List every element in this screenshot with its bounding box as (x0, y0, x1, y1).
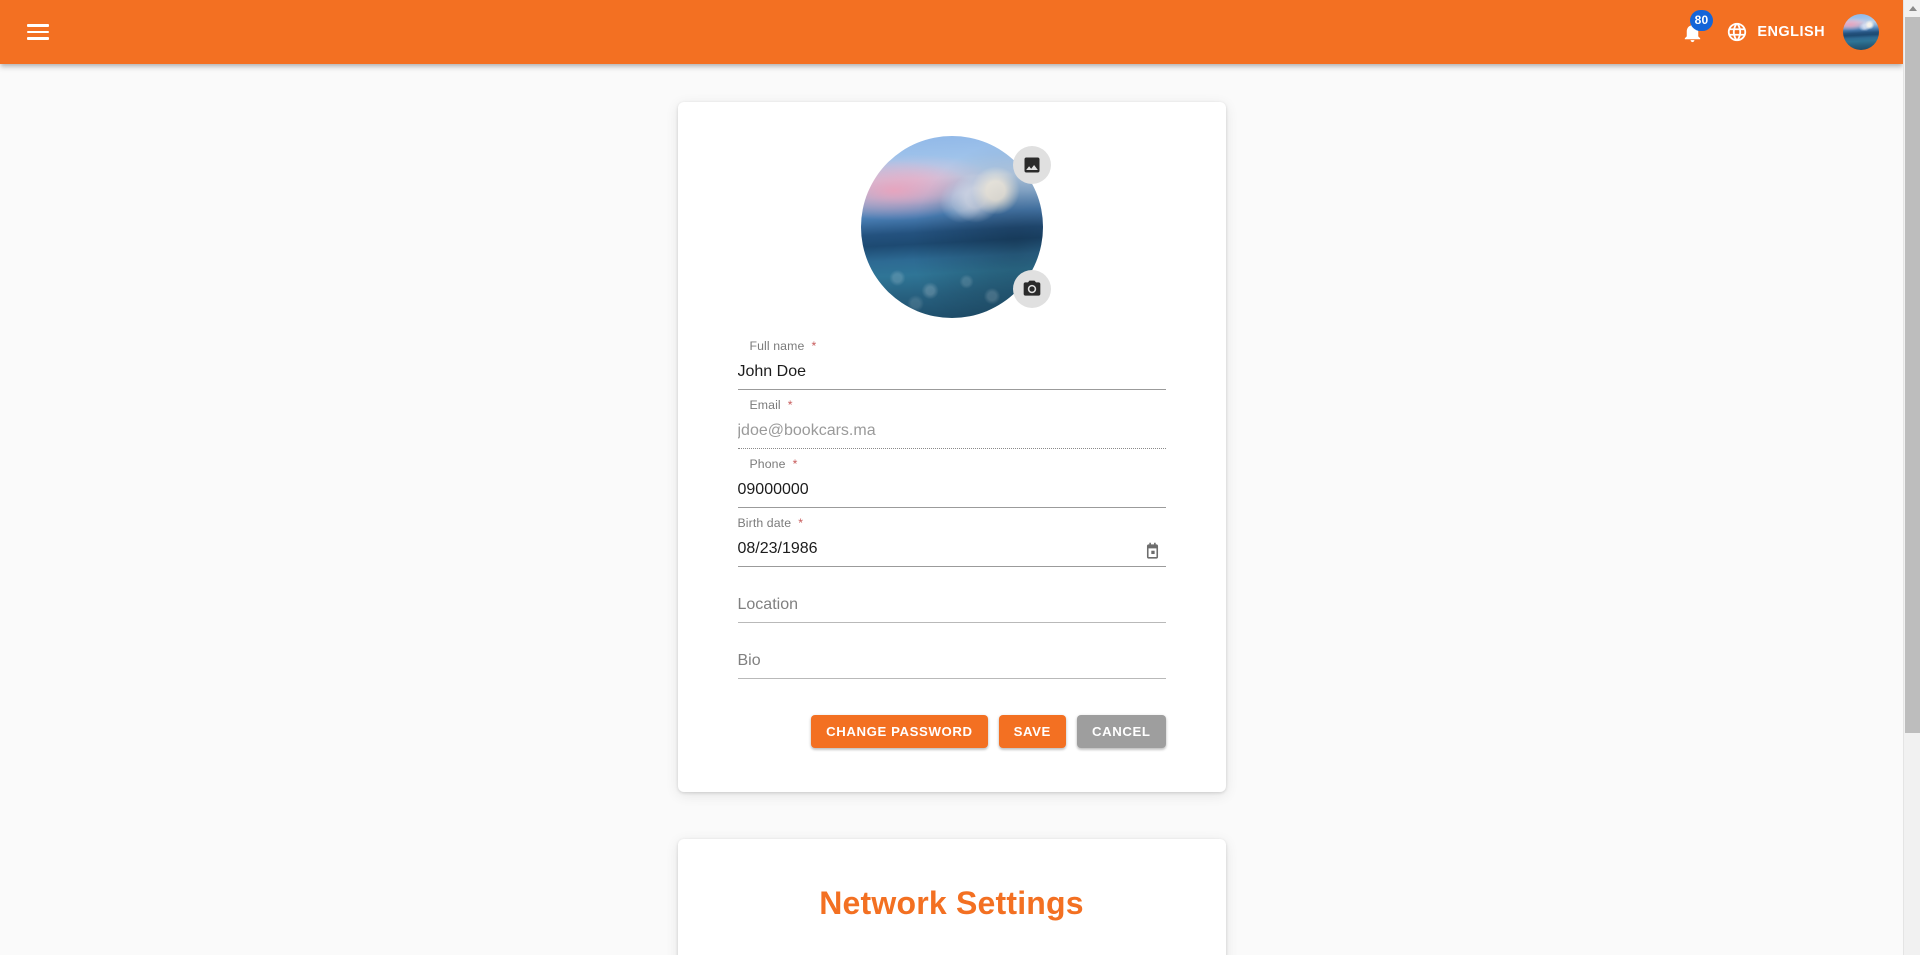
full-name-input-line (737, 359, 1166, 390)
field-full-name: Full name * (737, 338, 1166, 390)
location-input-line (737, 592, 1166, 623)
notifications-button[interactable]: 80 (1670, 10, 1714, 54)
profile-form: Full name * Email * (737, 338, 1166, 748)
avatar-section (738, 136, 1166, 318)
scrollbar-thumb[interactable] (1905, 17, 1920, 733)
field-phone: Phone * (737, 456, 1166, 508)
notification-badge: 80 (1689, 10, 1714, 31)
calendar-icon (1146, 542, 1159, 559)
full-name-label: Full name * (738, 338, 1166, 354)
field-location (737, 574, 1166, 623)
birth-date-input[interactable] (737, 537, 1166, 566)
chevron-up-icon (1908, 6, 1917, 11)
page-scrollbar[interactable] (1903, 0, 1920, 955)
upload-image-button[interactable] (1012, 146, 1051, 184)
network-settings-title: Network Settings (819, 885, 1084, 921)
scroll-up-button[interactable] (1904, 0, 1920, 17)
field-email: Email * (737, 397, 1166, 449)
email-input (737, 419, 1166, 448)
user-avatar-button[interactable] (1839, 10, 1883, 54)
field-birth-date: Birth date * (737, 515, 1166, 567)
phone-input-line (737, 477, 1166, 508)
take-photo-button[interactable] (1012, 270, 1051, 308)
full-name-label-text: Full name (749, 339, 805, 353)
email-label-text: Email (749, 398, 781, 412)
birth-date-input-line (737, 536, 1166, 567)
header-actions: 80 ENGLISH (1670, 10, 1903, 54)
app-viewport: 80 ENGLISH Full name * John Doe Email * … (0, 0, 1920, 955)
open-date-picker-button[interactable] (1140, 538, 1166, 564)
hamburger-menu-button[interactable] (14, 8, 62, 56)
change-password-button[interactable]: CHANGE PASSWORD (811, 715, 988, 748)
save-button[interactable]: SAVE (998, 715, 1066, 748)
avatar-stack (860, 136, 1051, 318)
cancel-button[interactable]: CANCEL (1076, 715, 1166, 748)
field-bio (737, 630, 1166, 679)
required-asterisk: * (807, 339, 817, 353)
bio-input[interactable] (737, 649, 1166, 678)
required-asterisk: * (794, 516, 804, 530)
language-selector-button[interactable]: ENGLISH (1718, 10, 1835, 54)
page-scroll-region: 80 ENGLISH Full name * John Doe Email * … (0, 0, 1903, 955)
email-input-line (737, 418, 1166, 449)
network-settings-card: Network Settings (677, 839, 1226, 955)
phone-label-text: Phone (749, 457, 786, 471)
language-label: ENGLISH (1757, 24, 1825, 40)
phone-input[interactable] (737, 478, 1166, 507)
main-content: Full name * Email * (0, 64, 1903, 955)
camera-icon (1023, 280, 1040, 296)
required-asterisk: * (784, 398, 793, 412)
birth-date-label: Birth date * (738, 515, 1166, 531)
location-input[interactable] (737, 593, 1166, 622)
hamburger-menu-icon (27, 20, 49, 44)
birth-date-label-text: Birth date (737, 516, 792, 530)
app-header: 80 ENGLISH (0, 0, 1903, 64)
profile-settings-card: Full name * Email * (677, 102, 1226, 792)
user-avatar-image (1843, 14, 1879, 50)
email-label: Email * (738, 397, 1166, 413)
scrollbar-track[interactable] (1904, 17, 1920, 955)
full-name-input[interactable] (737, 360, 1166, 389)
bio-input-line (737, 648, 1166, 679)
required-asterisk: * (789, 457, 798, 471)
image-picture-icon (1024, 157, 1039, 173)
globe-icon (1728, 22, 1747, 42)
phone-label: Phone * (738, 456, 1166, 472)
form-actions: CHANGE PASSWORD SAVE CANCEL (738, 715, 1166, 748)
